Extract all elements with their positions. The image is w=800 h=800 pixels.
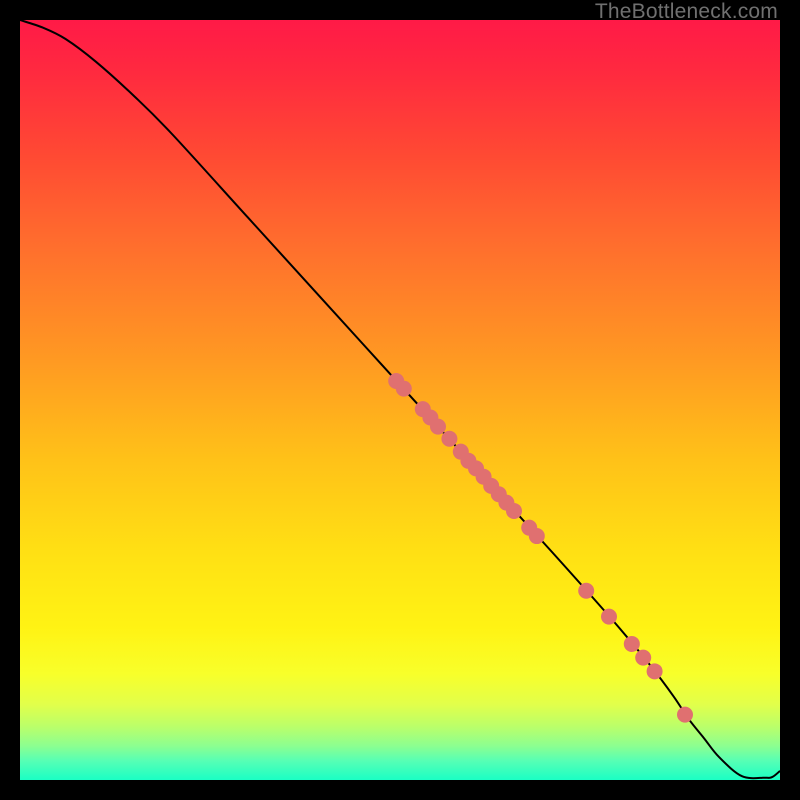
- gradient-background: [20, 20, 780, 780]
- chart-svg: [20, 20, 780, 780]
- marker-point: [578, 583, 594, 599]
- plot-area: [20, 20, 780, 780]
- marker-point: [635, 650, 651, 666]
- marker-point: [677, 707, 693, 723]
- marker-point: [506, 503, 522, 519]
- chart-frame: TheBottleneck.com: [0, 0, 800, 800]
- marker-point: [624, 636, 640, 652]
- marker-point: [396, 381, 412, 397]
- marker-point: [601, 609, 617, 625]
- marker-point: [529, 528, 545, 544]
- watermark-text: TheBottleneck.com: [595, 0, 778, 24]
- marker-point: [430, 419, 446, 435]
- marker-point: [647, 663, 663, 679]
- marker-point: [441, 431, 457, 447]
